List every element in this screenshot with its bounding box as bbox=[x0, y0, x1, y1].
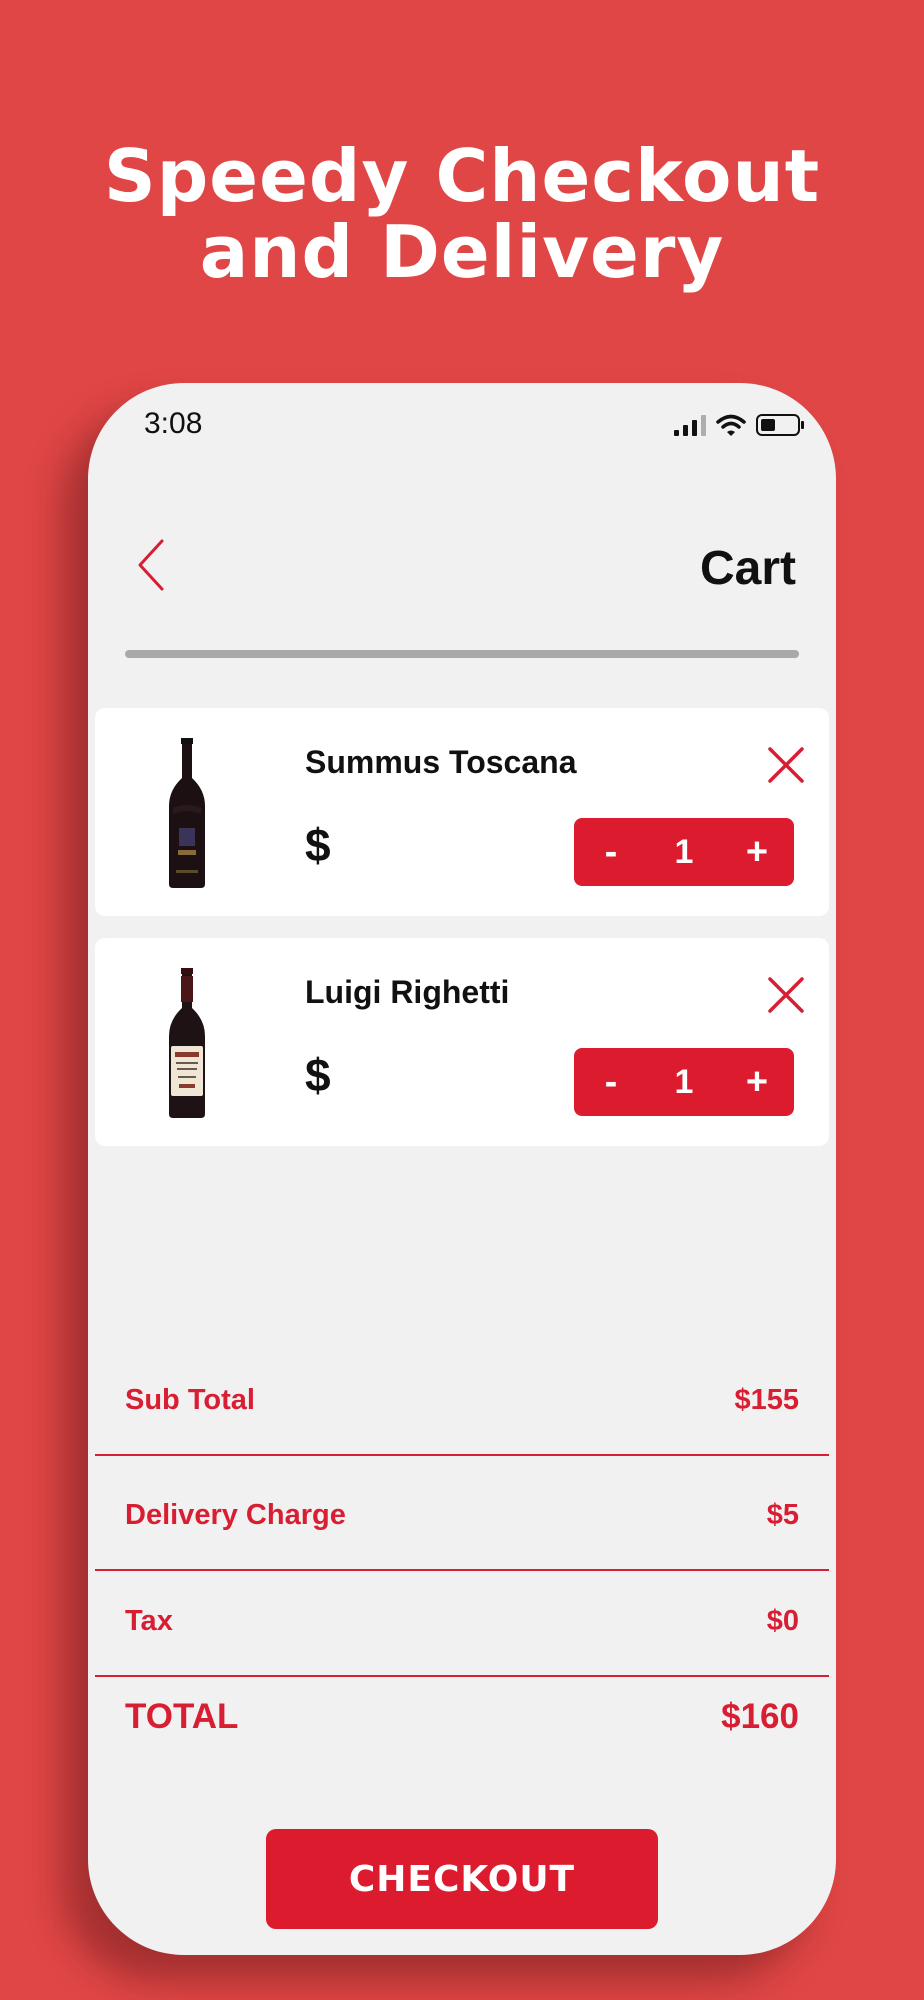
quantity-value: 1 bbox=[674, 832, 694, 871]
decrease-quantity-button[interactable]: - bbox=[574, 831, 648, 874]
back-button[interactable] bbox=[132, 537, 172, 593]
item-name: Summus Toscana bbox=[305, 744, 577, 780]
status-time: 3:08 bbox=[144, 407, 203, 440]
page-title: Cart bbox=[699, 542, 796, 595]
quantity-value: 1 bbox=[674, 1062, 694, 1101]
total-row: TOTAL $160 bbox=[95, 1697, 829, 1743]
wine-bottle-image bbox=[169, 968, 205, 1118]
battery-icon bbox=[756, 414, 804, 436]
status-icons bbox=[674, 413, 804, 437]
close-icon bbox=[768, 977, 804, 1013]
tax-row: Tax $0 bbox=[95, 1605, 829, 1645]
summary-divider bbox=[95, 1569, 829, 1571]
cart-item: Summus Toscana $ - 1 + bbox=[95, 708, 829, 916]
delivery-charge-value: $5 bbox=[766, 1499, 799, 1531]
item-price: $ bbox=[305, 1049, 331, 1101]
remove-item-button[interactable] bbox=[767, 746, 805, 784]
header-divider bbox=[125, 650, 799, 658]
headline: Speedy Checkout and Delivery bbox=[0, 138, 924, 290]
wine-bottle-image bbox=[169, 738, 205, 888]
item-name: Luigi Righetti bbox=[305, 974, 510, 1010]
total-label: TOTAL bbox=[125, 1697, 239, 1736]
wifi-icon bbox=[716, 414, 746, 436]
subtotal-label: Sub Total bbox=[125, 1384, 255, 1416]
headline-line-1: Speedy Checkout bbox=[103, 134, 821, 218]
item-price: $ bbox=[305, 819, 331, 871]
subtotal-row: Sub Total $155 bbox=[95, 1384, 829, 1424]
subtotal-value: $155 bbox=[734, 1384, 799, 1416]
total-value: $160 bbox=[721, 1697, 799, 1736]
headline-line-2: and Delivery bbox=[199, 210, 725, 294]
quantity-stepper: - 1 + bbox=[574, 818, 794, 886]
increase-quantity-button[interactable]: + bbox=[720, 1061, 794, 1104]
cart-item: Luigi Righetti $ - 1 + bbox=[95, 938, 829, 1146]
delivery-charge-label: Delivery Charge bbox=[125, 1499, 346, 1531]
checkout-button[interactable]: CHECKOUT bbox=[266, 1829, 658, 1929]
close-icon bbox=[768, 747, 804, 783]
summary-divider bbox=[95, 1454, 829, 1456]
increase-quantity-button[interactable]: + bbox=[720, 831, 794, 874]
quantity-stepper: - 1 + bbox=[574, 1048, 794, 1116]
remove-item-button[interactable] bbox=[767, 976, 805, 1014]
tax-label: Tax bbox=[125, 1605, 173, 1637]
delivery-charge-row: Delivery Charge $5 bbox=[95, 1499, 829, 1539]
chevron-left-icon bbox=[138, 539, 164, 591]
signal-icon bbox=[674, 414, 706, 436]
decrease-quantity-button[interactable]: - bbox=[574, 1061, 648, 1104]
phone-screen: 3:08 Cart Summus Toscana $ - 1 + Luigi R… bbox=[88, 383, 836, 1955]
tax-value: $0 bbox=[766, 1605, 799, 1637]
summary-divider bbox=[95, 1675, 829, 1677]
